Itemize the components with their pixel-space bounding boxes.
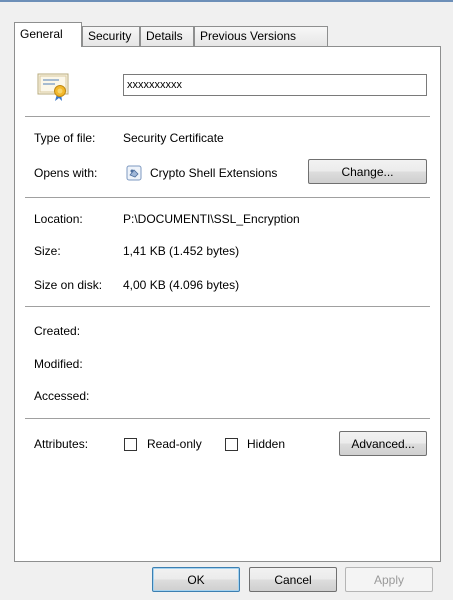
change-button[interactable]: Change... <box>308 159 427 184</box>
file-name-input[interactable] <box>123 74 427 96</box>
window-top-edge <box>0 0 453 2</box>
location-value: P:\DOCUMENTI\SSL_Encryption <box>123 212 300 226</box>
opens-with-value: Crypto Shell Extensions <box>150 166 278 180</box>
tab-general[interactable]: General <box>14 22 82 47</box>
separator <box>25 418 430 420</box>
apply-button[interactable]: Apply <box>345 567 433 592</box>
cancel-button[interactable]: Cancel <box>249 567 337 592</box>
size-value: 1,41 KB (1.452 bytes) <box>123 244 240 258</box>
accessed-label: Accessed: <box>34 389 90 403</box>
size-on-disk-label: Size on disk: <box>34 278 103 292</box>
tab-previous-versions[interactable]: Previous Versions <box>194 26 328 46</box>
tab-security[interactable]: Security <box>82 26 140 46</box>
read-only-label[interactable]: Read-only <box>147 437 202 451</box>
location-label: Location: <box>34 212 83 226</box>
read-only-checkbox[interactable] <box>124 438 137 451</box>
hidden-label[interactable]: Hidden <box>247 437 285 451</box>
advanced-button[interactable]: Advanced... <box>339 431 427 456</box>
hidden-checkbox[interactable] <box>225 438 238 451</box>
tab-details[interactable]: Details <box>140 26 194 46</box>
opens-with-label: Opens with: <box>34 166 98 180</box>
certificate-icon <box>37 73 69 101</box>
general-tab-panel: Type of file: Security Certificate Opens… <box>14 46 441 562</box>
size-label: Size: <box>34 244 61 258</box>
modified-label: Modified: <box>34 357 83 371</box>
crypto-shell-icon <box>126 165 142 181</box>
separator <box>25 116 430 118</box>
separator <box>25 197 430 199</box>
created-label: Created: <box>34 324 81 338</box>
dialog-footer: OK Cancel Apply <box>0 562 453 600</box>
attributes-label: Attributes: <box>34 437 89 451</box>
type-of-file-value: Security Certificate <box>123 131 224 145</box>
type-of-file-label: Type of file: <box>34 131 96 145</box>
separator <box>25 306 430 308</box>
ok-button[interactable]: OK <box>152 567 240 592</box>
size-on-disk-value: 4,00 KB (4.096 bytes) <box>123 278 240 292</box>
